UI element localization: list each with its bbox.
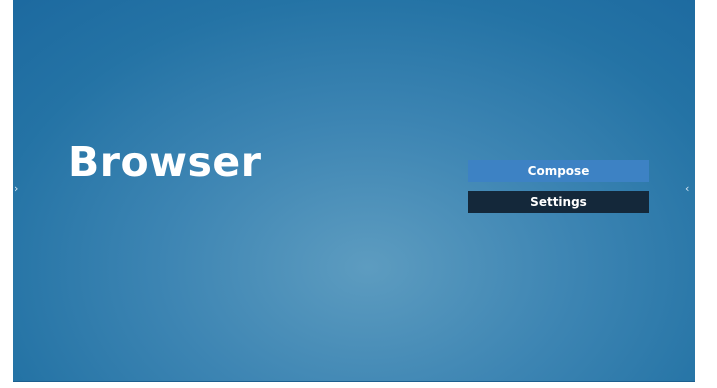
chevron-left-icon[interactable]: ‹ [685, 183, 689, 194]
compose-button-label: Compose [527, 164, 590, 178]
settings-button[interactable]: Settings [468, 191, 649, 213]
chevron-right-icon[interactable]: › [14, 183, 18, 194]
browser-screen: › Browser Compose Settings ‹ [13, 0, 695, 382]
bottom-divider [13, 381, 695, 382]
compose-button[interactable]: Compose [468, 160, 649, 182]
settings-button-label: Settings [530, 195, 587, 209]
page-title: Browser [68, 138, 262, 186]
